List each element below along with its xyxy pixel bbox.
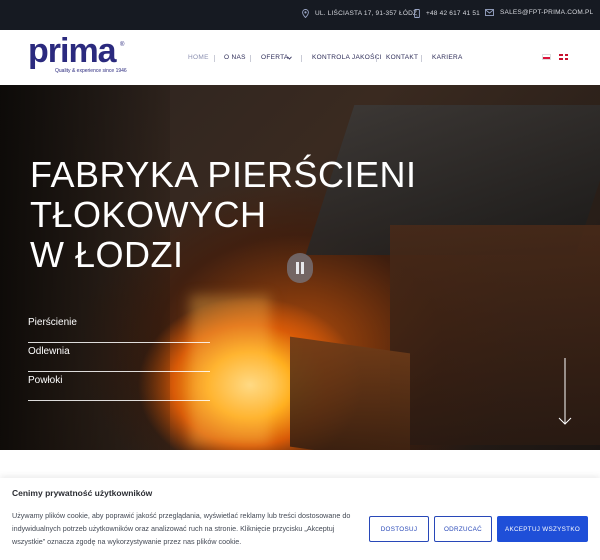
phone-icon xyxy=(414,9,420,18)
nav-divider xyxy=(214,55,215,62)
hero-title-line: FABRYKA PIERŚCIENI xyxy=(30,154,417,195)
cookie-accept-all-button[interactable]: AKCEPTUJ WSZYSTKO xyxy=(497,516,588,542)
hero-title: FABRYKA PIERŚCIENI TŁOKOWYCH W ŁODZI xyxy=(30,155,416,275)
phone-text: +48 42 617 41 51 xyxy=(426,10,480,17)
nav-o-nas[interactable]: O NAS xyxy=(224,54,246,61)
hero-link-label: Powłoki xyxy=(28,375,63,386)
nav-kariera[interactable]: KARIERA xyxy=(432,54,463,61)
cookie-reject-button[interactable]: ODRZUCAĆ xyxy=(434,516,492,542)
email-text: SALES@FPT-PRIMA.COM.PL xyxy=(500,9,594,16)
cookie-title: Cenimy prywatność użytkowników xyxy=(12,488,153,498)
top-info-bar: UL. LIŚCIASTA 17, 91-357 ŁÓDŹ +48 42 617… xyxy=(0,0,600,30)
phone-item[interactable]: +48 42 617 41 51 xyxy=(414,9,480,18)
hero-background-mold xyxy=(290,336,410,450)
hero-link-pierscienie[interactable]: Pierścienie xyxy=(28,315,210,343)
nav-oferta[interactable]: OFERTA xyxy=(261,54,289,61)
prima-logo[interactable]: prima ® Quality & experience since 1946 xyxy=(28,34,128,76)
hero-link-powloki[interactable]: Powłoki xyxy=(28,373,210,401)
chevron-down-icon[interactable] xyxy=(287,56,292,60)
nav-divider xyxy=(376,55,377,62)
address-text: UL. LIŚCIASTA 17, 91-357 ŁÓDŹ xyxy=(315,10,418,17)
hero-link-label: Odlewnia xyxy=(28,346,70,357)
cookie-description: Używamy plików cookie, aby poprawić jako… xyxy=(12,511,351,546)
nav-home[interactable]: HOME xyxy=(188,54,209,61)
cookie-customize-button[interactable]: DOSTOSUJ xyxy=(369,516,429,542)
nav-kontrola-jakosci[interactable]: KONTROLA JAKOŚCI xyxy=(312,54,382,61)
nav-divider xyxy=(250,55,251,62)
scroll-down-arrow-icon[interactable] xyxy=(558,358,572,426)
hero-link-odlewnia[interactable]: Odlewnia xyxy=(28,344,210,372)
en-flag-icon[interactable] xyxy=(559,54,568,60)
hero-banner: FABRYKA PIERŚCIENI TŁOKOWYCH W ŁODZI Pie… xyxy=(0,85,600,450)
hero-title-line: TŁOKOWYCH xyxy=(30,194,267,235)
logo-tagline: Quality & experience since 1946 xyxy=(55,68,127,74)
address-item[interactable]: UL. LIŚCIASTA 17, 91-357 ŁÓDŹ xyxy=(302,9,417,18)
logo-registered-mark: ® xyxy=(120,42,125,48)
email-item[interactable]: SALES@FPT-PRIMA.COM.PL xyxy=(485,9,593,16)
nav-kontakt[interactable]: KONTAKT xyxy=(386,54,418,61)
envelope-icon xyxy=(485,9,494,16)
hero-link-label: Pierścienie xyxy=(28,317,77,328)
location-pin-icon xyxy=(302,9,309,18)
pause-video-button[interactable] xyxy=(287,253,313,283)
pl-flag-icon[interactable] xyxy=(542,54,551,60)
logo-wordmark: prima xyxy=(28,32,117,70)
hero-title-line: W ŁODZI xyxy=(30,234,184,275)
nav-divider xyxy=(301,55,302,62)
nav-divider xyxy=(421,55,422,62)
